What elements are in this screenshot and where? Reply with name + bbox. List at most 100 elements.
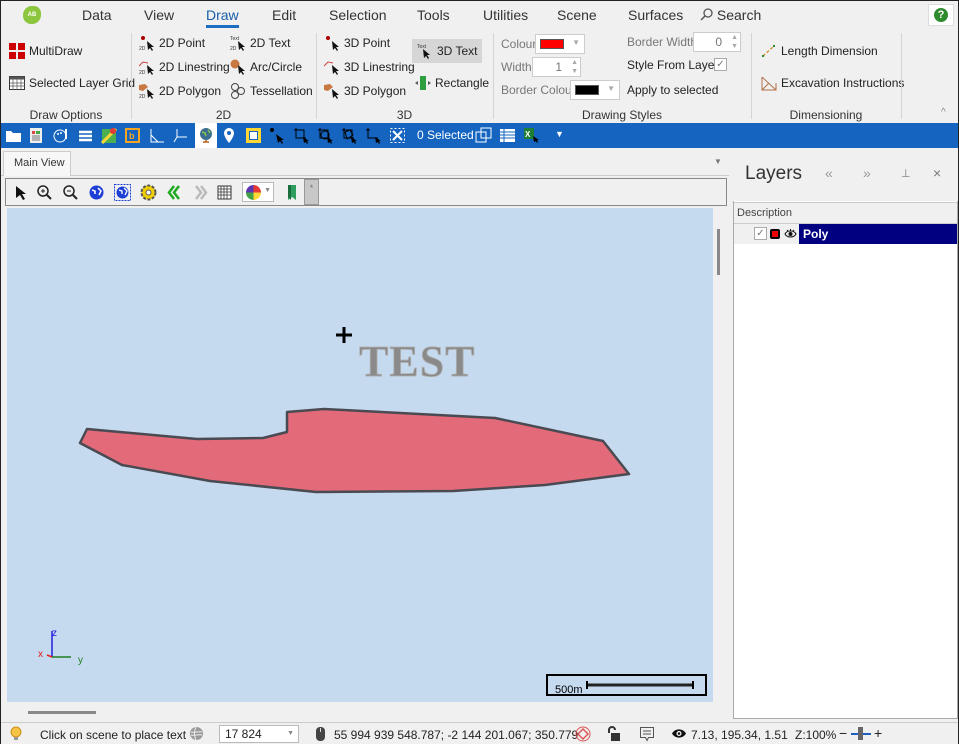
settings-gear-icon[interactable]: [140, 184, 157, 201]
zoom-in-button[interactable]: +: [874, 725, 882, 741]
bookmark-icon[interactable]: [284, 184, 301, 201]
zoom-level: Z:100%: [795, 728, 837, 742]
style-from-layer-checkbox[interactable]: ✓: [714, 58, 727, 71]
selection-grid-icon[interactable]: [499, 127, 516, 144]
axis-icon[interactable]: [173, 127, 190, 144]
menu-view[interactable]: View: [144, 7, 174, 23]
menu-data[interactable]: Data: [82, 7, 112, 23]
drawn-polygon[interactable]: [78, 407, 631, 494]
ribbon-separator: [901, 33, 902, 119]
border-colour-picker[interactable]: ▼: [570, 80, 620, 100]
scene-canvas[interactable]: TEST z x y 500m: [7, 208, 713, 702]
palette-dropdown[interactable]: ▼: [242, 182, 274, 202]
globe-zoom-icon[interactable]: [114, 184, 131, 201]
menu-scene[interactable]: Scene: [557, 7, 597, 23]
select-line-icon[interactable]: [365, 127, 382, 144]
grid-icon[interactable]: [216, 184, 233, 201]
vertical-scrollbar[interactable]: [717, 229, 720, 275]
zoom-slider-thumb[interactable]: [858, 727, 863, 740]
rectangle-button[interactable]: Rectangle: [415, 75, 489, 91]
frame-icon[interactable]: [245, 127, 262, 144]
expand-right-icon[interactable]: »: [863, 165, 871, 181]
measure-angle-icon[interactable]: [149, 127, 166, 144]
3d-text-button[interactable]: Text 3D Text: [412, 39, 483, 63]
2d-text-button[interactable]: Text 2D 2D Text: [230, 35, 290, 51]
pin-icon[interactable]: ⊥: [901, 167, 911, 180]
globe-extent-icon[interactable]: [88, 184, 105, 201]
unlock-icon[interactable]: [607, 726, 620, 741]
collapse-ribbon-icon[interactable]: ^: [941, 107, 946, 118]
arc-circle-button[interactable]: Arc/Circle: [230, 59, 302, 75]
3d-point-button[interactable]: 3D Point: [324, 35, 390, 51]
3d-polygon-icon: [324, 84, 339, 99]
pin-toolbar-button[interactable]: *: [304, 179, 319, 205]
excel-export-icon[interactable]: X: [523, 127, 540, 144]
border-width-spinner[interactable]: 0 ▲ ▼: [693, 32, 741, 52]
report-icon[interactable]: [28, 127, 45, 144]
zoom-out-button[interactable]: −: [839, 725, 847, 741]
group-label-2d: 2D: [215, 108, 232, 122]
select-circle-icon[interactable]: [317, 127, 334, 144]
selected-layer-grid-button[interactable]: Selected Layer Grid: [9, 75, 135, 91]
3d-linestring-button[interactable]: 3D Linestring: [324, 59, 415, 75]
excavation-instructions-button[interactable]: Excavation Instructions: [761, 75, 904, 91]
x-axis-label: x: [38, 649, 43, 660]
colour-picker[interactable]: ▼: [535, 34, 585, 54]
overflow-dropdown-icon[interactable]: ▼: [555, 129, 564, 139]
zoom-in-icon[interactable]: [36, 184, 53, 201]
scale-combobox[interactable]: 17 824 ▼: [219, 725, 299, 743]
layers-icon[interactable]: [77, 127, 94, 144]
selection-export-icon[interactable]: [475, 127, 492, 144]
visibility-eye-icon[interactable]: [784, 227, 797, 240]
previous-view-icon[interactable]: [166, 184, 183, 201]
2d-point-button[interactable]: 2D 2D Point: [139, 35, 205, 51]
select-point-icon[interactable]: [269, 127, 286, 144]
chevron-down-icon: ▼: [607, 84, 615, 93]
globe-button-active[interactable]: [195, 123, 217, 148]
next-view-icon[interactable]: [192, 184, 209, 201]
2d-linestring-button[interactable]: 2D 2D Linestring: [139, 59, 230, 75]
menu-tools[interactable]: Tools: [417, 7, 450, 23]
horizontal-scrollbar[interactable]: [28, 711, 96, 714]
scene-text-test[interactable]: TEST: [359, 337, 476, 387]
2d-polygon-button[interactable]: 2D 2D Polygon: [139, 83, 221, 99]
menu-surfaces[interactable]: Surfaces: [628, 7, 683, 23]
search-button[interactable]: Search: [700, 7, 761, 23]
tessellation-button[interactable]: Tessellation: [230, 83, 313, 99]
menu-draw[interactable]: Draw: [206, 7, 239, 28]
layer-row[interactable]: ✓ Poly: [734, 224, 957, 244]
bing-icon[interactable]: b: [124, 127, 141, 144]
spinner-arrows-icon[interactable]: ▲ ▼: [731, 33, 738, 51]
message-icon[interactable]: [639, 726, 655, 742]
clear-selection-icon[interactable]: [389, 127, 406, 144]
column-header-description[interactable]: Description: [734, 202, 957, 224]
google-maps-icon[interactable]: [101, 127, 118, 144]
selection-toolbar: b 0 Selected X ▼: [1, 123, 958, 148]
collapse-left-icon[interactable]: «: [825, 165, 833, 181]
menu-utilities[interactable]: Utilities: [483, 7, 528, 23]
location-pin-icon[interactable]: [221, 127, 238, 144]
palette-icon[interactable]: [53, 127, 70, 144]
snap-icon[interactable]: [575, 726, 591, 742]
menu-edit[interactable]: Edit: [272, 7, 296, 23]
close-icon[interactable]: ×: [933, 165, 941, 181]
help-button[interactable]: ?: [928, 4, 954, 26]
pointer-icon[interactable]: [12, 184, 29, 201]
select-polygon-icon[interactable]: [341, 127, 358, 144]
tab-list-dropdown-icon[interactable]: ▼: [714, 157, 722, 166]
layer-checkbox[interactable]: ✓: [754, 227, 767, 240]
app-logo-icon[interactable]: AB: [23, 6, 41, 24]
width-spinner[interactable]: 1 ▲ ▼: [532, 57, 581, 77]
apply-to-selected-button[interactable]: Apply to selected: [627, 83, 718, 97]
multidraw-button[interactable]: MultiDraw: [9, 43, 82, 59]
spinner-arrows-icon[interactable]: ▲ ▼: [571, 58, 578, 76]
layer-name[interactable]: Poly: [799, 224, 957, 244]
select-box-icon[interactable]: [293, 127, 310, 144]
zoom-out-icon[interactable]: [62, 184, 79, 201]
menu-selection[interactable]: Selection: [329, 7, 387, 23]
3d-polygon-button[interactable]: 3D Polygon: [324, 83, 406, 99]
length-dimension-button[interactable]: Length Dimension: [761, 43, 878, 59]
tab-main-view[interactable]: Main View: [3, 151, 71, 176]
open-folder-icon[interactable]: [5, 127, 22, 144]
arc-circle-icon: [230, 59, 245, 75]
